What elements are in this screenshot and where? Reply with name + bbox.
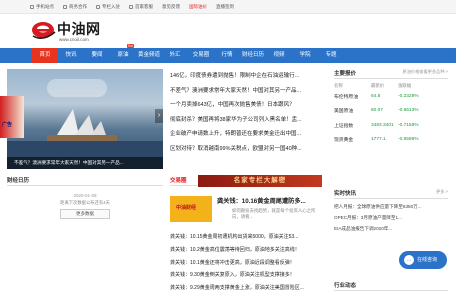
column-ad-banner[interactable]: 名家专栏大解密 (198, 175, 322, 187)
featured-title: 龚关钱：10.16黄金周尾遭防多... (217, 198, 306, 205)
featured-thumbnail: 中油财经 (170, 196, 212, 222)
nav-trading[interactable]: 交易圈 (188, 48, 214, 63)
left-banner-text: 广告 (2, 122, 13, 128)
headset-icon (129, 4, 133, 9)
top-link-service[interactable]: 首家客服 (129, 4, 153, 10)
list-item[interactable]: 龚关钱：10.1黄金还将冲击更高，原油近段调整看反弹！ (170, 257, 322, 270)
site-logo[interactable]: 中油网 www.cnoil.com (31, 18, 111, 46)
flash-item[interactable]: EIA成品油报告下调2020年... (334, 223, 448, 234)
finance-calendar: 财经日历 2020-01-09 距离下次数据公布还有4天 更多数据 (7, 176, 163, 230)
left-side-banner[interactable]: 广告 (0, 96, 24, 138)
nav-quotes[interactable]: 行情 (214, 48, 240, 63)
headline-item[interactable]: 146亿，印度债券遭到抛售！限制中企在石油运输行... (170, 69, 322, 84)
more-data-button[interactable]: 更多数据 (60, 209, 110, 219)
headline-item[interactable]: 企业破产申请数上升，特朗普还在要求美金迁出中国... (170, 127, 322, 142)
nav-gold[interactable]: 黄金频道 (136, 48, 162, 63)
headline-item[interactable]: 区划对待？取消越南99%关税点，欧盟对另一国40种... (170, 142, 322, 157)
list-item[interactable]: 龚关钱：9.29黄金周两支撑黄金上涨，原油关注美国冒险区... (170, 282, 322, 295)
nav-crude[interactable]: 原油 Hot (110, 44, 136, 63)
flash-item[interactable]: OPEC月报：3月原油产量降至1... (334, 212, 448, 223)
nav-headlines[interactable]: 要闻 (84, 48, 110, 63)
slide-caption[interactable]: 不差气？澳洲要求常年大家天然！中国对其另一产品... (7, 157, 163, 169)
calendar-note: 距离下次数据公布还有4天 (60, 200, 110, 205)
slide-image (47, 79, 107, 97)
nav-video[interactable]: 视频 (266, 48, 292, 63)
top-link-checkin[interactable]: 直播签到 (216, 4, 234, 10)
logo-e-icon (32, 22, 56, 39)
top-bar: 手机站点 商务合作 专栏入驻 首家客服 意见反馈 国际油价 直播签到 (0, 0, 456, 14)
market-quotes: 主要报价 原油价格查看更多品种 > 名称 最新价 涨跌幅 布伦特原油 64.8 … (334, 69, 448, 147)
top-link-mobile[interactable]: 手机站点 (30, 4, 54, 10)
nav-flash[interactable]: 快讯 (58, 48, 84, 63)
top-link-oil-price[interactable]: 国际油价 (189, 4, 207, 10)
list-item[interactable]: 龚关钱：9.30黄金倒关复原入，原油关注机型支撑接多！ (170, 269, 322, 282)
market-row[interactable]: 美国原油 60.07 -0.6613% (334, 104, 448, 119)
headline-list: 146亿，印度债券遭到抛售！限制中企在石油运输行... 不差气？澳洲要求常年大家… (170, 69, 322, 157)
featured-desc: 如何跟投去找趋势，就是每个投资人心之所向，请看... (232, 208, 316, 219)
list-item[interactable]: 龚关钱：10.15黄金周初遭机构出货来5000，原油关注53... (170, 231, 322, 244)
nav-forex[interactable]: 外汇 (162, 48, 188, 63)
news-carousel[interactable]: ‹ › 不差气？澳洲要求常年大家天然！中国对其另一产品... (7, 69, 163, 169)
market-row[interactable]: 布伦特原油 64.8 -0.2328% (334, 89, 448, 104)
handshake-icon (63, 4, 67, 9)
column-post-list: 龚关钱：10.15黄金周初遭机构出货来5000，原油关注53... 龚关钱：10… (170, 231, 322, 295)
featured-thumb-logo: 中油财经 (176, 205, 197, 211)
headline-item[interactable]: 一个月卖掉643亿，中国再次抛售美债！日本跟风？ (170, 98, 322, 113)
header: 中油网 www.cnoil.com (0, 14, 456, 48)
nav-home[interactable]: 首页 (32, 48, 58, 63)
calendar-title: 财经日历 (7, 176, 163, 186)
chat-icon: … (404, 255, 414, 265)
industry-news: 行业动态 (334, 281, 448, 291)
logo-url: www.cnoil.com (59, 37, 89, 42)
headline-item[interactable]: 彻底封杀？美国再将38家华为子公司列入黑名单！盂... (170, 113, 322, 128)
market-row[interactable]: 现货黄金 1777.1 -0.5596% (334, 133, 448, 148)
pen-icon (96, 4, 100, 9)
list-item[interactable]: 龚关钱：10.2黄金高位震荡等待回归，原油地多关注高线！ (170, 244, 322, 257)
calendar-date: 2020-01-09 (73, 193, 97, 198)
flash-item[interactable]: 把人月报：全球原油供应量下降至8380万... (334, 201, 448, 212)
hot-badge: Hot (127, 44, 134, 48)
headline-item[interactable]: 不差气？澳洲要求常年大家天然！中国对其另一产品... (170, 84, 322, 99)
main-nav: 首页 快讯 要闻 原油 Hot 黄金频道 外汇 交易圈 行情 财经日历 视频 学院… (0, 44, 456, 63)
realtime-more-link[interactable]: 更多 > (436, 189, 448, 198)
carousel-next-icon[interactable]: › (155, 109, 163, 123)
market-title: 主要报价 (334, 71, 357, 77)
phone-icon (30, 4, 34, 9)
industry-title: 行业动态 (334, 281, 448, 291)
featured-post[interactable]: 中油财经 龚关钱：10.16黄金周尾遭防多... 如何跟投去找趋势，就是每个投资… (170, 196, 322, 226)
top-link-business[interactable]: 商务合作 (63, 4, 87, 10)
nav-calendar[interactable]: 财经日历 (240, 48, 266, 63)
nav-academy[interactable]: 学院 (292, 48, 318, 63)
chat-label: 在线咨询 (417, 257, 438, 263)
realtime-flash: 实时快讯 更多 > 把人月报：全球原油供应量下降至8380万... OPEC月报… (334, 189, 448, 234)
online-chat-button[interactable]: … 在线咨询 (399, 251, 447, 269)
market-more-link[interactable]: 原油价格查看更多品种 > (403, 69, 449, 78)
nav-topics[interactable]: 专题 (318, 48, 344, 63)
top-link-feedback[interactable]: 意见反馈 (162, 4, 180, 10)
realtime-title: 实时快讯 (334, 191, 357, 197)
market-row[interactable]: 上证指数 3483.3401 -0.7158% (334, 118, 448, 133)
logo-name: 中油网 (57, 21, 101, 37)
top-link-column[interactable]: 专栏入驻 (96, 4, 120, 10)
